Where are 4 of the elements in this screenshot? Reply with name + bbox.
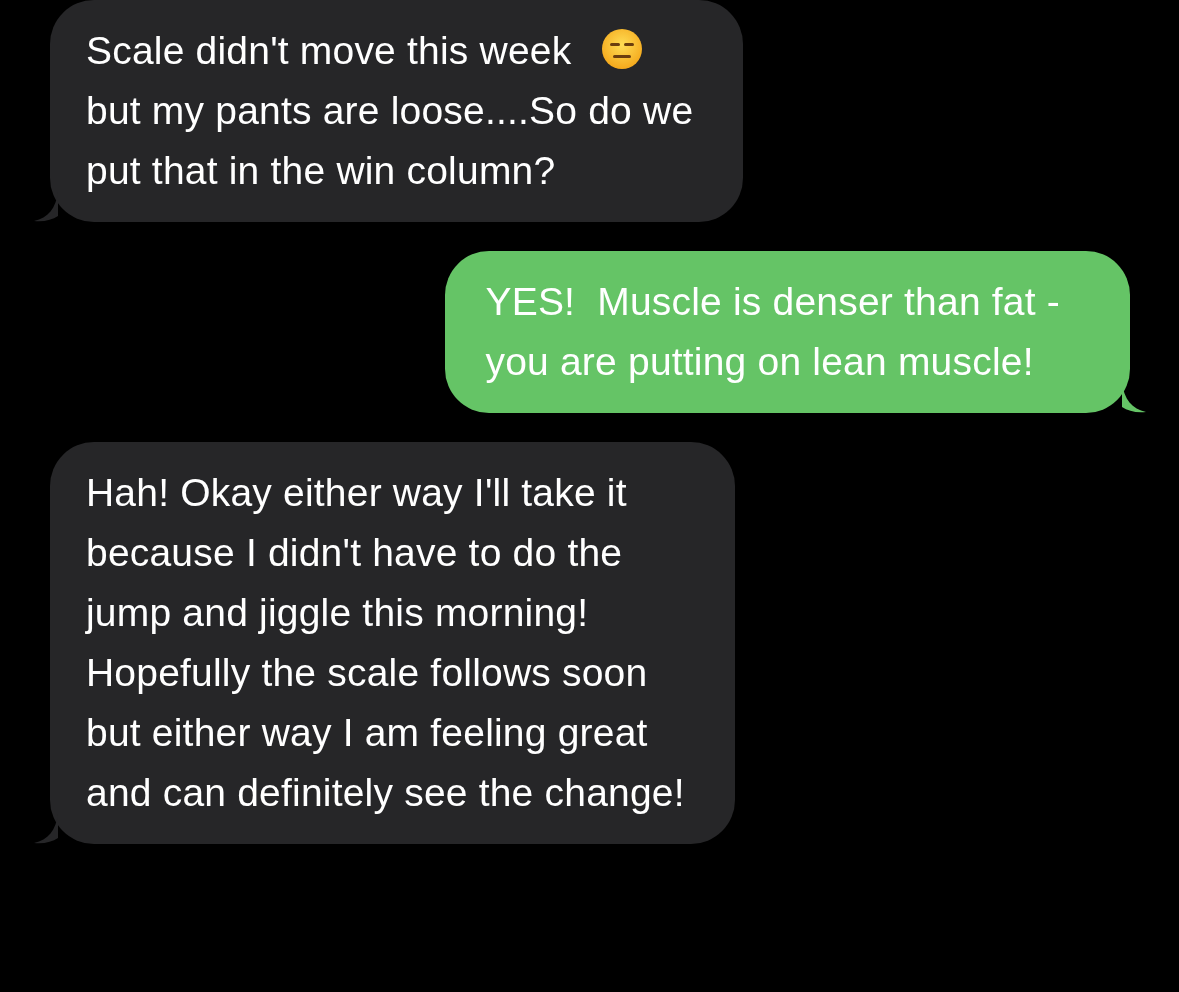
message-text: Hah! Okay either way I'll take it because I didn't have to do the jump and jiggle this morning! Hopefully the scale follows soon but either way I am feeling great and can definitely see the change! — [86, 471, 685, 814]
message-text: but my pants are loose....So do we put that in the win column? — [86, 89, 694, 192]
message-text: Scale didn't move this week — [86, 29, 572, 72]
message-text: YES! Muscle is denser than fat - you are putting on lean muscle! — [485, 280, 1060, 383]
